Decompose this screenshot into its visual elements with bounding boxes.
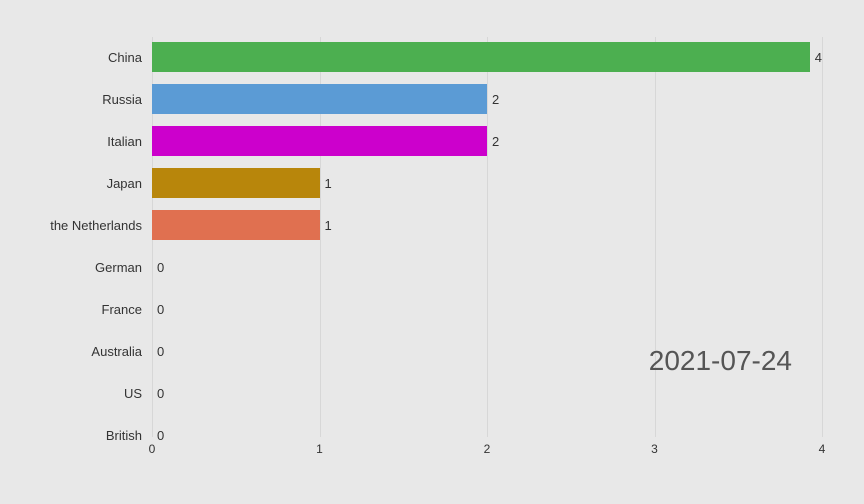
chart-area: China4Russia2Italian2Japan1the Netherlan… — [152, 37, 822, 437]
bar-fill — [152, 84, 487, 114]
chart-date: 2021-07-24 — [649, 345, 792, 377]
bar-track: 2 — [152, 126, 822, 156]
bar-row: France0 — [152, 289, 822, 329]
bar-label: the Netherlands — [22, 218, 142, 233]
bar-label: China — [22, 50, 142, 65]
bar-label: Japan — [22, 176, 142, 191]
chart-container: China4Russia2Italian2Japan1the Netherlan… — [22, 17, 842, 487]
bar-fill — [152, 126, 487, 156]
grid-line — [822, 37, 823, 437]
bar-row: Russia2 — [152, 79, 822, 119]
bar-value: 0 — [157, 302, 164, 317]
bar-label: German — [22, 260, 142, 275]
bar-track: 1 — [152, 210, 822, 240]
bar-row: Italian2 — [152, 121, 822, 161]
bar-value: 2 — [492, 92, 499, 107]
bar-value: 0 — [157, 260, 164, 275]
bar-track: 0 — [152, 378, 822, 408]
bar-row: Japan1 — [152, 163, 822, 203]
bar-fill — [152, 168, 320, 198]
x-tick: 2 — [484, 442, 491, 456]
bar-value: 1 — [325, 176, 332, 191]
bar-label: Italian — [22, 134, 142, 149]
x-tick: 3 — [651, 442, 658, 456]
bar-row: German0 — [152, 247, 822, 287]
x-tick: 0 — [149, 442, 156, 456]
bar-value: 0 — [157, 428, 164, 443]
bar-track: 0 — [152, 252, 822, 282]
bar-row: US0 — [152, 373, 822, 413]
bar-track: 4 — [152, 42, 822, 72]
x-tick: 4 — [819, 442, 826, 456]
bar-label: British — [22, 428, 142, 443]
x-tick: 1 — [316, 442, 323, 456]
bar-track: 1 — [152, 168, 822, 198]
bar-value: 1 — [325, 218, 332, 233]
bar-value: 4 — [815, 50, 822, 65]
x-axis: 01234 — [152, 442, 822, 472]
bar-value: 2 — [492, 134, 499, 149]
bar-fill — [152, 210, 320, 240]
bar-row: the Netherlands1 — [152, 205, 822, 245]
bar-value: 0 — [157, 386, 164, 401]
bar-value: 0 — [157, 344, 164, 359]
bar-label: Australia — [22, 344, 142, 359]
bar-label: Russia — [22, 92, 142, 107]
bar-fill — [152, 42, 810, 72]
bar-track: 2 — [152, 84, 822, 114]
bar-row: China4 — [152, 37, 822, 77]
bar-label: France — [22, 302, 142, 317]
bar-label: US — [22, 386, 142, 401]
bar-track: 0 — [152, 294, 822, 324]
